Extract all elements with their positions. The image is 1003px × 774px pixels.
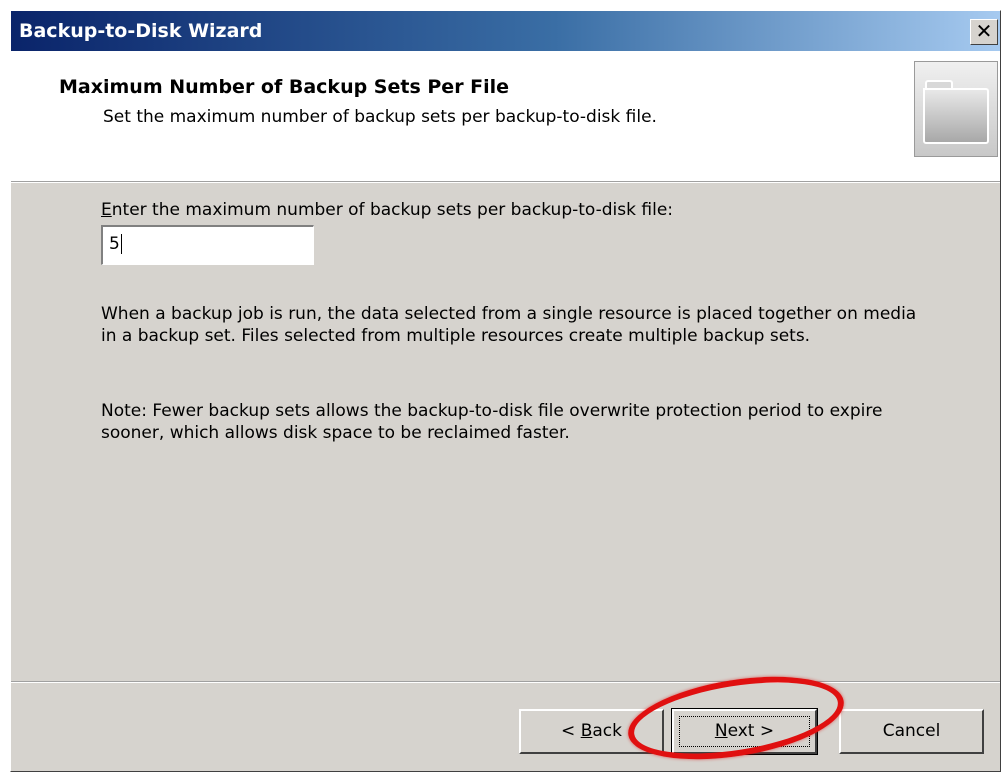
header-divider [11, 181, 1000, 183]
max-backup-sets-input[interactable]: 5 [101, 225, 314, 265]
cancel-button[interactable]: Cancel [839, 709, 984, 754]
max-sets-label-accelerator: E [101, 200, 112, 220]
backup-set-description: When a backup job is run, the data selec… [101, 304, 917, 346]
focus-rectangle [679, 716, 810, 747]
folder-icon [914, 61, 998, 157]
folder-body-shape [923, 88, 989, 144]
max-backup-sets-value: 5 [109, 234, 120, 254]
next-button[interactable]: Next > [671, 708, 818, 755]
window-title: Backup-to-Disk Wizard [19, 20, 263, 42]
page-subtitle: Set the maximum number of backup sets pe… [103, 107, 657, 127]
text-caret [120, 234, 122, 254]
back-button[interactable]: < Back [519, 709, 664, 754]
note-text: Note: Fewer backup sets allows the backu… [101, 401, 883, 443]
max-sets-label-text: nter the maximum number of backup sets p… [111, 200, 674, 220]
title-bar[interactable]: Backup-to-Disk Wizard ✕ [11, 11, 1000, 51]
close-button[interactable]: ✕ [970, 19, 998, 45]
wizard-window: Backup-to-Disk Wizard ✕ Maximum Number o… [10, 10, 1001, 772]
footer-divider [11, 681, 1000, 683]
back-button-label: ack [592, 721, 622, 741]
page-title: Maximum Number of Backup Sets Per File [59, 76, 510, 98]
wizard-header: Maximum Number of Backup Sets Per File S… [11, 51, 1000, 181]
close-icon: ✕ [975, 19, 993, 43]
back-button-accelerator: B [580, 721, 593, 741]
max-sets-label: Enter the maximum number of backup sets … [101, 200, 673, 220]
back-button-prefix: < [561, 721, 581, 741]
